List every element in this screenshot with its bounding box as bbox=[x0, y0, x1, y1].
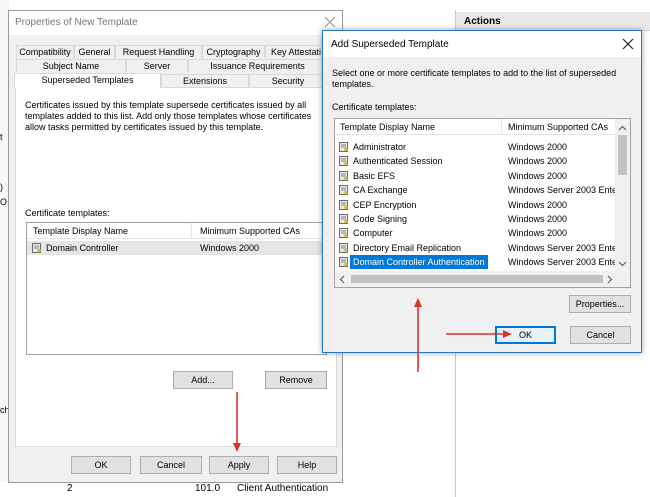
arrow-to-ok-head bbox=[503, 330, 512, 338]
tab-superseded-templates[interactable]: Superseded Templates bbox=[14, 73, 161, 88]
arrow-to-apply-head bbox=[233, 443, 241, 452]
tab-label: Superseded Templates bbox=[41, 75, 134, 85]
arrow-to-selection-head bbox=[414, 298, 422, 307]
